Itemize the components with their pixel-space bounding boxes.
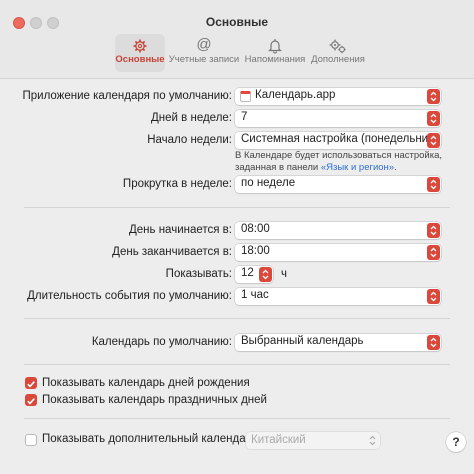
tab-plugins-label: Дополнения (311, 54, 365, 65)
language-region-link[interactable]: «Язык и регион» (321, 162, 394, 173)
day-end-label: День заканчивается в: (112, 246, 232, 258)
note-end: . (394, 162, 397, 173)
birthdays-label: Показывать календарь дней рождения (42, 377, 250, 389)
show-hours-label: Показывать: (165, 268, 232, 280)
gear-icon (115, 36, 165, 54)
scroll-popup[interactable]: по неделе (235, 176, 441, 193)
week-start-value: Системная настройка (понедельник) (241, 133, 437, 145)
default-calendar-label: Календарь по умолчанию: (91, 336, 232, 348)
divider (24, 207, 450, 208)
tab-general-label: Основные (115, 54, 165, 65)
default-calendar-row: Календарь по умолчанию: Выбранный календ… (0, 333, 474, 353)
extra-calendar-value: Китайский (251, 434, 306, 446)
note-line-2: заданная в панели (235, 162, 319, 173)
birthdays-checkbox[interactable] (25, 377, 37, 389)
chevron-updown-icon (427, 335, 440, 350)
scroll-label: Прокрутка в неделе: (122, 178, 232, 190)
event-duration-popup[interactable]: 1 час (235, 288, 441, 305)
chevron-updown-icon (427, 289, 440, 304)
event-duration-row: Длительность события по умолчанию: 1 час (0, 287, 474, 307)
tab-reminders[interactable]: Напоминания (243, 34, 307, 72)
day-end-row: День заканчивается в: 18:00 (0, 243, 474, 263)
week-start-note: В Календаре будет использоваться настрой… (235, 150, 445, 174)
default-calendar-popup[interactable]: Выбранный календарь (235, 334, 441, 351)
help-button[interactable]: ? (446, 432, 466, 452)
event-duration-label: Длительность события по умолчанию: (27, 290, 232, 302)
week-start-row: Начало недели: Системная настройка (поне… (0, 131, 474, 151)
day-start-value: 08:00 (241, 223, 270, 235)
tab-general[interactable]: Основные (115, 34, 165, 72)
tab-accounts-label: Учетные записи (168, 54, 240, 65)
chevron-updown-icon (368, 433, 377, 453)
default-calendar-value: Выбранный календарь (241, 335, 364, 347)
scroll-row: Прокрутка в неделе: по неделе (0, 175, 474, 195)
days-per-week-popup[interactable]: 7 (235, 110, 441, 127)
week-start-label: Начало недели: (147, 134, 232, 146)
week-start-popup[interactable]: Системная настройка (понедельник) (235, 132, 441, 149)
note-line-1: В Календаре будет использоваться настрой… (235, 150, 443, 161)
day-start-popup[interactable]: 08:00 (235, 222, 441, 239)
days-per-week-value: 7 (241, 111, 248, 123)
scroll-value: по неделе (241, 177, 296, 189)
days-per-week-label: Дней в неделе: (151, 112, 232, 124)
calendar-app-icon (240, 91, 251, 102)
toolbar: Основные Основные @ Учетные записи Напом… (0, 0, 474, 79)
tab-accounts[interactable]: @ Учетные записи (168, 34, 240, 72)
bell-icon (243, 36, 307, 54)
show-hours-row: Показывать: 12 ч (0, 265, 474, 285)
chevron-updown-icon (427, 177, 440, 192)
at-icon: @ (196, 36, 212, 53)
holidays-label: Показывать календарь праздничных дней (42, 394, 267, 406)
tab-plugins[interactable]: Дополнения (309, 34, 367, 72)
holidays-checkbox[interactable] (25, 394, 37, 406)
extra-calendar-checkbox[interactable] (25, 434, 37, 446)
checkmark-icon (27, 398, 35, 405)
show-hours-popup[interactable]: 12 (235, 266, 273, 283)
chevron-updown-icon (427, 111, 440, 126)
gears-icon (309, 36, 367, 54)
default-app-popup[interactable]: Календарь.app (235, 88, 441, 105)
chevron-updown-icon (259, 267, 272, 282)
show-hours-value: 12 (241, 267, 254, 279)
window-title: Основные (205, 15, 269, 29)
default-app-row: Приложение календаря по умолчанию: Кален… (0, 87, 474, 107)
chevron-updown-icon (427, 133, 440, 148)
default-app-value: Календарь.app (255, 89, 336, 101)
event-duration-value: 1 час (241, 289, 269, 301)
divider (24, 318, 450, 319)
tab-reminders-label: Напоминания (244, 54, 306, 65)
show-hours-unit: ч (281, 268, 287, 280)
checkmark-icon (27, 381, 35, 388)
extra-calendar-popup[interactable]: Китайский (246, 432, 380, 449)
divider (24, 418, 450, 419)
day-end-popup[interactable]: 18:00 (235, 244, 441, 261)
chevron-updown-icon (427, 223, 440, 238)
day-end-value: 18:00 (241, 245, 270, 257)
chevron-updown-icon (427, 245, 440, 260)
chevron-updown-icon (427, 89, 440, 104)
days-per-week-row: Дней в неделе: 7 (0, 109, 474, 129)
default-app-label: Приложение календаря по умолчанию: (22, 90, 232, 102)
divider (24, 364, 450, 365)
extra-calendar-label: Показывать дополнительный календарь: (42, 433, 262, 445)
day-start-row: День начинается в: 08:00 (0, 221, 474, 241)
preferences-window: Основные Основные @ Учетные записи Напом… (0, 0, 474, 474)
day-start-label: День начинается в: (128, 224, 232, 236)
